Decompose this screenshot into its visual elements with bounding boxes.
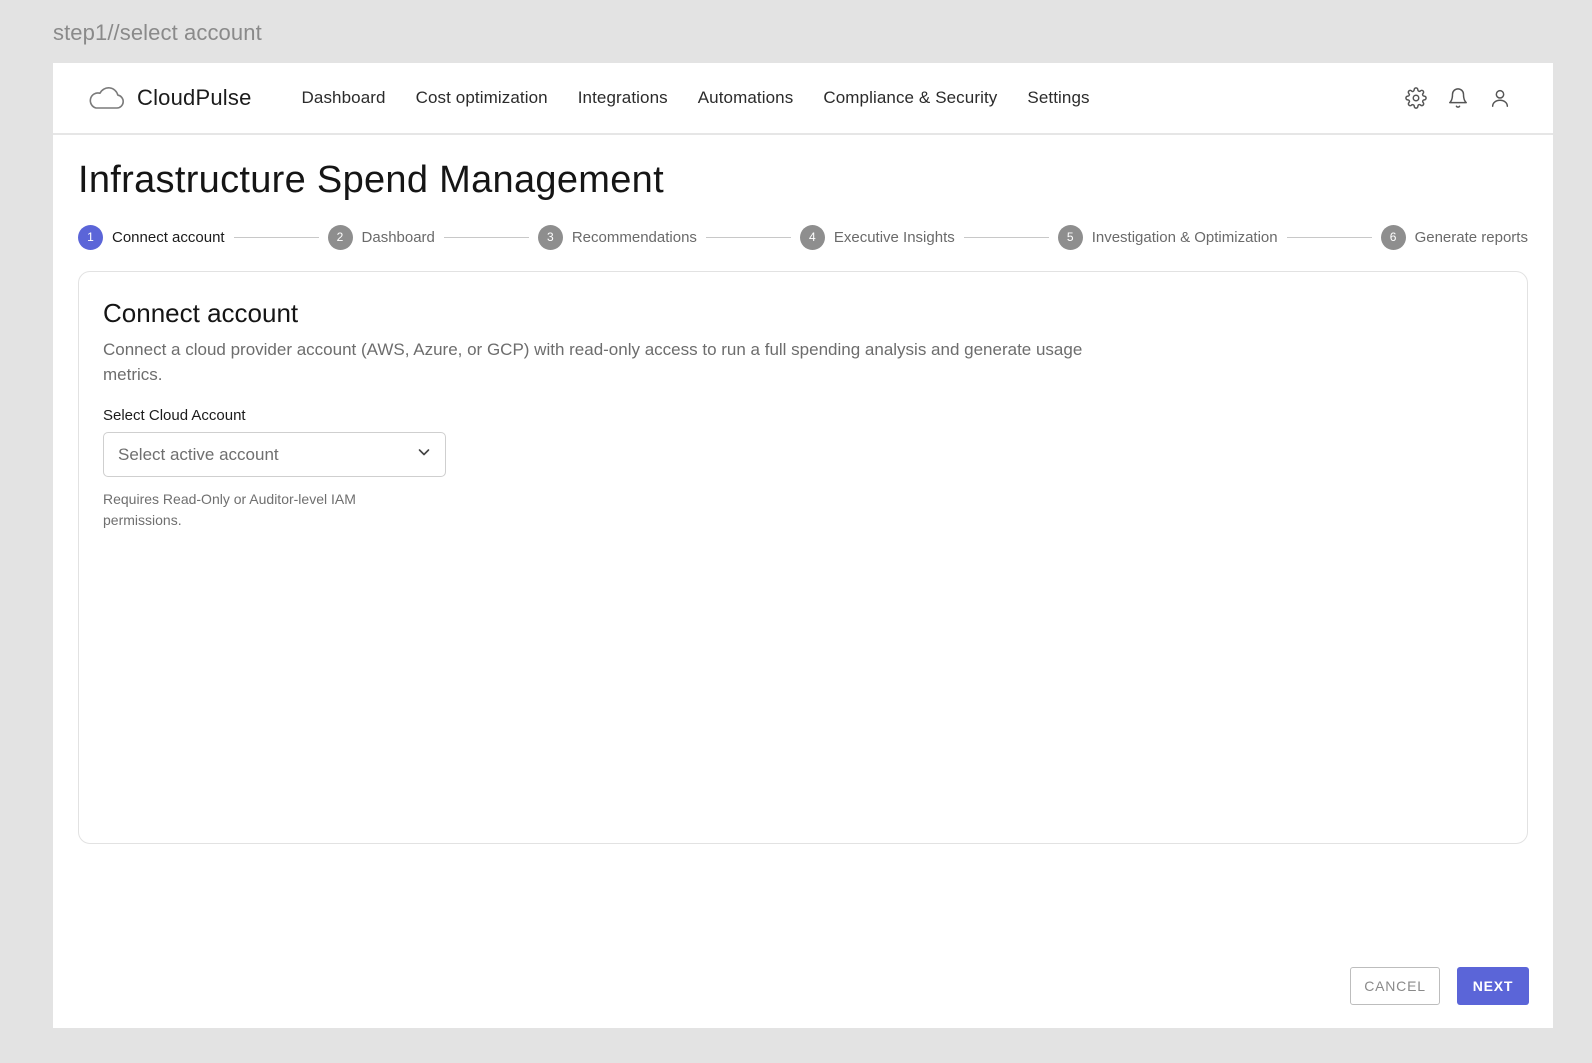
connect-account-card: Connect account Connect a cloud provider… (78, 271, 1528, 844)
top-navigation: CloudPulse Dashboard Cost optimization I… (53, 63, 1553, 135)
nav-item-compliance-security[interactable]: Compliance & Security (823, 88, 997, 108)
step-label: Generate reports (1414, 228, 1528, 246)
step-label: Investigation & Optimization (1091, 228, 1278, 246)
card-description: Connect a cloud provider account (AWS, A… (103, 340, 1083, 384)
cloud-account-select[interactable]: Select active account (103, 432, 446, 477)
brand-name: CloudPulse (137, 85, 252, 110)
step-number: 1 (78, 224, 103, 250)
nav-item-dashboard[interactable]: Dashboard (302, 88, 386, 108)
next-button[interactable]: NEXT (1457, 967, 1529, 1005)
cancel-button[interactable]: CANCEL (1350, 967, 1440, 1005)
main-content: Infrastructure Spend Management 1 Connec… (53, 135, 1553, 844)
footer-actions: CANCEL NEXT (1350, 967, 1529, 1005)
step-investigation-optimization[interactable]: 5 Investigation & Optimization (1057, 224, 1278, 250)
step-recommendations[interactable]: 3 Recommendations (537, 224, 697, 250)
step-connector (443, 236, 529, 238)
step-connector (705, 236, 791, 238)
step-connector (233, 236, 319, 238)
card-title: Connect account (103, 298, 299, 328)
step-label: Recommendations (571, 228, 697, 246)
step-label: Connect account (112, 228, 225, 246)
step-number: 2 (327, 224, 353, 250)
step-number: 4 (799, 224, 825, 250)
gear-icon[interactable] (1405, 87, 1427, 109)
step-number: 5 (1057, 224, 1083, 250)
bell-icon[interactable] (1447, 87, 1469, 109)
step-label: Executive Insights (833, 228, 955, 246)
nav-item-integrations[interactable]: Integrations (578, 88, 668, 108)
page-title: Infrastructure Spend Management (78, 159, 664, 201)
frame-label: step1//select account (53, 20, 262, 45)
step-connector (1286, 236, 1372, 238)
permissions-helper-text: Requires Read-Only or Auditor-level IAM … (103, 491, 356, 528)
step-dashboard[interactable]: 2 Dashboard (327, 224, 435, 250)
nav-item-settings[interactable]: Settings (1027, 88, 1089, 108)
cloud-account-label: Select Cloud Account (103, 407, 246, 424)
header-actions (1405, 87, 1519, 109)
chevron-down-icon (417, 445, 431, 464)
step-connector (963, 236, 1049, 238)
step-connect-account[interactable]: 1 Connect account (78, 224, 225, 250)
brand[interactable]: CloudPulse (87, 85, 252, 111)
app-window: CloudPulse Dashboard Cost optimization I… (53, 63, 1553, 1028)
cloud-icon (87, 85, 125, 111)
select-placeholder: Select active account (118, 444, 279, 464)
step-executive-insights[interactable]: 4 Executive Insights (799, 224, 955, 250)
step-label: Dashboard (361, 228, 435, 246)
nav-item-cost-optimization[interactable]: Cost optimization (416, 88, 548, 108)
stepper: 1 Connect account 2 Dashboard 3 Recommen… (78, 224, 1528, 250)
main-nav: Dashboard Cost optimization Integrations… (302, 88, 1120, 108)
nav-item-automations[interactable]: Automations (698, 88, 794, 108)
step-generate-reports[interactable]: 6 Generate reports (1380, 224, 1528, 250)
step-number: 6 (1380, 224, 1406, 250)
user-icon[interactable] (1489, 87, 1511, 109)
step-number: 3 (537, 224, 563, 250)
